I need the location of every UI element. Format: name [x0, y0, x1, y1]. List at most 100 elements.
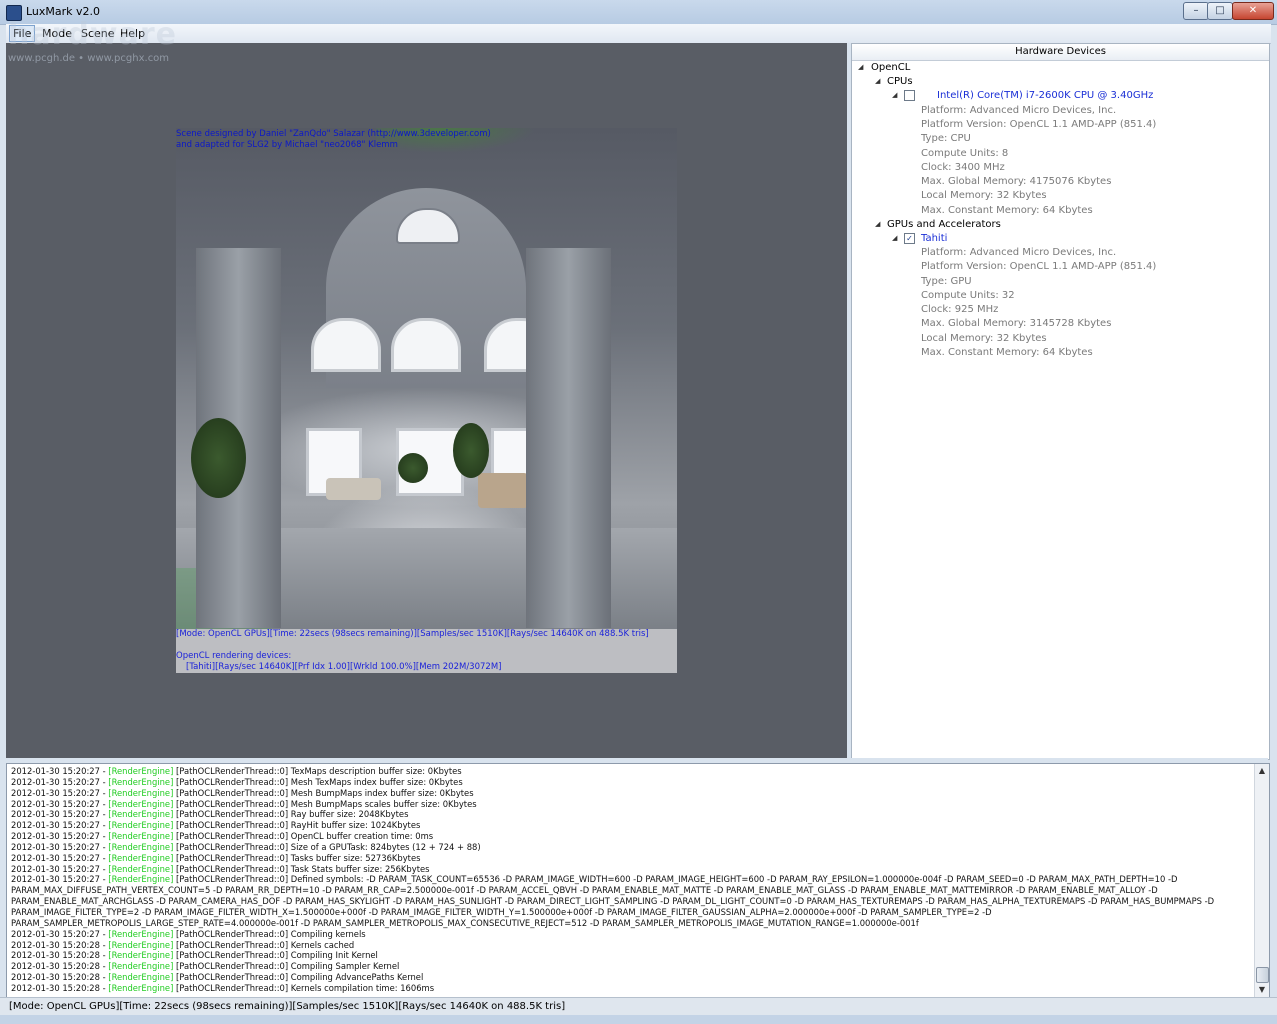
log-tag: [RenderEngine]: [108, 961, 174, 972]
log-tag: [RenderEngine]: [108, 863, 174, 874]
log-line: 2012-01-30 15:20:27 - [RenderEngine] [Pa…: [11, 929, 1251, 940]
maximize-button[interactable]: □: [1207, 2, 1233, 20]
log-tag: [RenderEngine]: [108, 787, 174, 798]
rendered-scene-image: [176, 128, 677, 629]
hardware-devices-panel: Hardware Devices ◢ OpenCL ◢ CPUs ◢ Intel…: [851, 43, 1270, 760]
log-timestamp: 2012-01-30 15:20:28 -: [11, 972, 109, 983]
scene-plant: [453, 423, 489, 478]
device-checkbox-gpu[interactable]: ✓: [904, 233, 915, 244]
device-prop: Clock: 3400 MHz: [921, 162, 1005, 173]
scene-arch-window: [311, 318, 381, 372]
log-timestamp: 2012-01-30 15:20:27 -: [11, 787, 109, 798]
expand-arrow-icon[interactable]: ◢: [858, 63, 863, 71]
log-message: PARAM_SAMPLER_METROPOLIS_LARGE_STEP_RATE…: [11, 917, 919, 928]
render-devices-title: OpenCL rendering devices:: [176, 651, 292, 661]
device-prop: Max. Global Memory: 3145728 Kbytes: [921, 318, 1112, 329]
expand-arrow-icon[interactable]: ◢: [892, 91, 897, 99]
render-viewport[interactable]: Scene designed by Daniel "ZanQdo" Salaza…: [6, 43, 847, 758]
log-tag: [RenderEngine]: [108, 798, 174, 809]
log-message: [PathOCLRenderThread::0] Compiling Sampl…: [173, 961, 400, 972]
log-tag: [RenderEngine]: [108, 809, 174, 820]
log-timestamp: 2012-01-30 15:20:28 -: [11, 950, 109, 961]
log-tag: [RenderEngine]: [108, 776, 174, 787]
log-tag: [RenderEngine]: [108, 972, 174, 983]
log-tag: [RenderEngine]: [108, 982, 174, 993]
log-message: PARAM_ENABLE_MAT_ARCHGLASS -D PARAM_CAME…: [11, 896, 1215, 907]
device-prop: Platform Version: OpenCL 1.1 AMD-APP (85…: [921, 261, 1157, 272]
log-line: 2012-01-30 15:20:27 - [RenderEngine] [Pa…: [11, 777, 1251, 788]
minimize-button[interactable]: –: [1183, 2, 1209, 20]
log-line: 2012-01-30 15:20:27 - [RenderEngine] [Pa…: [11, 809, 1251, 820]
log-timestamp: 2012-01-30 15:20:27 -: [11, 841, 109, 852]
scene-arch-window: [391, 318, 461, 372]
device-prop: Type: GPU: [921, 276, 972, 287]
log-timestamp: 2012-01-30 15:20:27 -: [11, 928, 109, 939]
log-line: 2012-01-30 15:20:27 - [RenderEngine] [Pa…: [11, 788, 1251, 799]
log-panel[interactable]: 2012-01-30 15:20:27 - [RenderEngine] [Pa…: [6, 763, 1270, 998]
expand-arrow-icon[interactable]: ◢: [875, 220, 880, 228]
scroll-thumb[interactable]: [1256, 967, 1269, 983]
device-prop: Compute Units: 32: [921, 290, 1015, 301]
log-tag: [RenderEngine]: [108, 841, 174, 852]
scene-credits: Scene designed by Daniel "ZanQdo" Salaza…: [176, 129, 646, 151]
device-prop: Compute Units: 8: [921, 148, 1009, 159]
log-tag: [RenderEngine]: [108, 820, 174, 831]
log-scrollbar[interactable]: ▲ ▼: [1254, 764, 1269, 997]
status-text: [Mode: OpenCL GPUs][Time: 22secs (98secs…: [9, 1001, 566, 1012]
log-tag: [RenderEngine]: [108, 950, 174, 961]
log-line: PARAM_IMAGE_FILTER_TYPE=2 -D PARAM_IMAGE…: [11, 907, 1251, 918]
log-tag: [RenderEngine]: [108, 928, 174, 939]
device-prop: Platform Version: OpenCL 1.1 AMD-APP (85…: [921, 119, 1157, 130]
credit-line: and adapted for SLG2 by Michael "neo2068…: [176, 140, 398, 150]
log-line: 2012-01-30 15:20:28 - [RenderEngine] [Pa…: [11, 950, 1251, 961]
render-stats-overlay: [Mode: OpenCL GPUs][Time: 22secs (98secs…: [176, 629, 677, 673]
device-prop: Platform: Advanced Micro Devices, Inc.: [921, 247, 1117, 258]
tree-node-cpus[interactable]: CPUs: [887, 76, 913, 88]
log-message: PARAM_IMAGE_FILTER_TYPE=2 -D PARAM_IMAGE…: [11, 906, 992, 917]
log-timestamp: 2012-01-30 15:20:28 -: [11, 939, 109, 950]
device-prop: Max. Constant Memory: 64 Kbytes: [921, 347, 1093, 358]
tree-device-gpu[interactable]: Tahiti: [921, 233, 947, 245]
scene-sofa: [326, 478, 381, 500]
menu-bar: File Mode Scene Help: [6, 24, 1271, 44]
log-tag: [RenderEngine]: [108, 852, 174, 863]
title-bar[interactable]: LuxMark v2.0 – □ ✕: [0, 0, 1277, 25]
log-line: 2012-01-30 15:20:27 - [RenderEngine] [Pa…: [11, 874, 1251, 885]
log-line: 2012-01-30 15:20:28 - [RenderEngine] [Pa…: [11, 961, 1251, 972]
device-prop: Local Memory: 32 Kbytes: [921, 333, 1047, 344]
log-line: 2012-01-30 15:20:27 - [RenderEngine] [Pa…: [11, 853, 1251, 864]
log-message: [PathOCLRenderThread::0] Mesh TexMaps in…: [173, 776, 463, 787]
render-stats-line: [Mode: OpenCL GPUs][Time: 22secs (98secs…: [176, 629, 649, 639]
status-bar: [Mode: OpenCL GPUs][Time: 22secs (98secs…: [0, 997, 1277, 1016]
log-message: [PathOCLRenderThread::0] Mesh BumpMaps i…: [173, 787, 474, 798]
log-message: [PathOCLRenderThread::0] Ray buffer size…: [173, 809, 409, 820]
log-tag: [RenderEngine]: [108, 766, 174, 776]
expand-arrow-icon[interactable]: ◢: [875, 77, 880, 85]
close-button[interactable]: ✕: [1232, 2, 1274, 20]
log-line: 2012-01-30 15:20:28 - [RenderEngine] [Pa…: [11, 972, 1251, 983]
expand-arrow-icon[interactable]: ◢: [892, 234, 897, 242]
log-timestamp: 2012-01-30 15:20:27 -: [11, 863, 109, 874]
log-line: 2012-01-30 15:20:27 - [RenderEngine] [Pa…: [11, 864, 1251, 875]
log-timestamp: 2012-01-30 15:20:27 -: [11, 831, 109, 842]
log-message: [PathOCLRenderThread::0] Task Stats buff…: [173, 863, 430, 874]
log-message: [PathOCLRenderThread::0] Tasks buffer si…: [173, 852, 421, 863]
credit-line: Scene designed by Daniel "ZanQdo" Salaza…: [176, 129, 491, 139]
log-message: [PathOCLRenderThread::0] Compiling kerne…: [173, 928, 366, 939]
log-message: [PathOCLRenderThread::0] Compiling Advan…: [173, 972, 424, 983]
log-timestamp: 2012-01-30 15:20:27 -: [11, 798, 109, 809]
log-timestamp: 2012-01-30 15:20:27 -: [11, 776, 109, 787]
log-timestamp: 2012-01-30 15:20:28 -: [11, 961, 109, 972]
scene-plant: [191, 418, 246, 498]
scroll-down-arrow-icon[interactable]: ▼: [1255, 983, 1269, 997]
tree-node-opencl[interactable]: OpenCL: [871, 62, 910, 74]
device-prop: Clock: 925 MHz: [921, 304, 999, 315]
tree-node-gpus[interactable]: GPUs and Accelerators: [887, 219, 1001, 231]
log-message: [PathOCLRenderThread::0] Defined symbols…: [173, 874, 1178, 885]
scroll-up-arrow-icon[interactable]: ▲: [1255, 764, 1269, 778]
log-timestamp: 2012-01-30 15:20:27 -: [11, 820, 109, 831]
device-checkbox-cpu[interactable]: [904, 90, 915, 101]
tree-device-cpu[interactable]: Intel(R) Core(TM) i7-2600K CPU @ 3.40GHz: [937, 90, 1153, 102]
log-timestamp: 2012-01-30 15:20:27 -: [11, 874, 109, 885]
log-line: 2012-01-30 15:20:27 - [RenderEngine] [Pa…: [11, 766, 1251, 777]
